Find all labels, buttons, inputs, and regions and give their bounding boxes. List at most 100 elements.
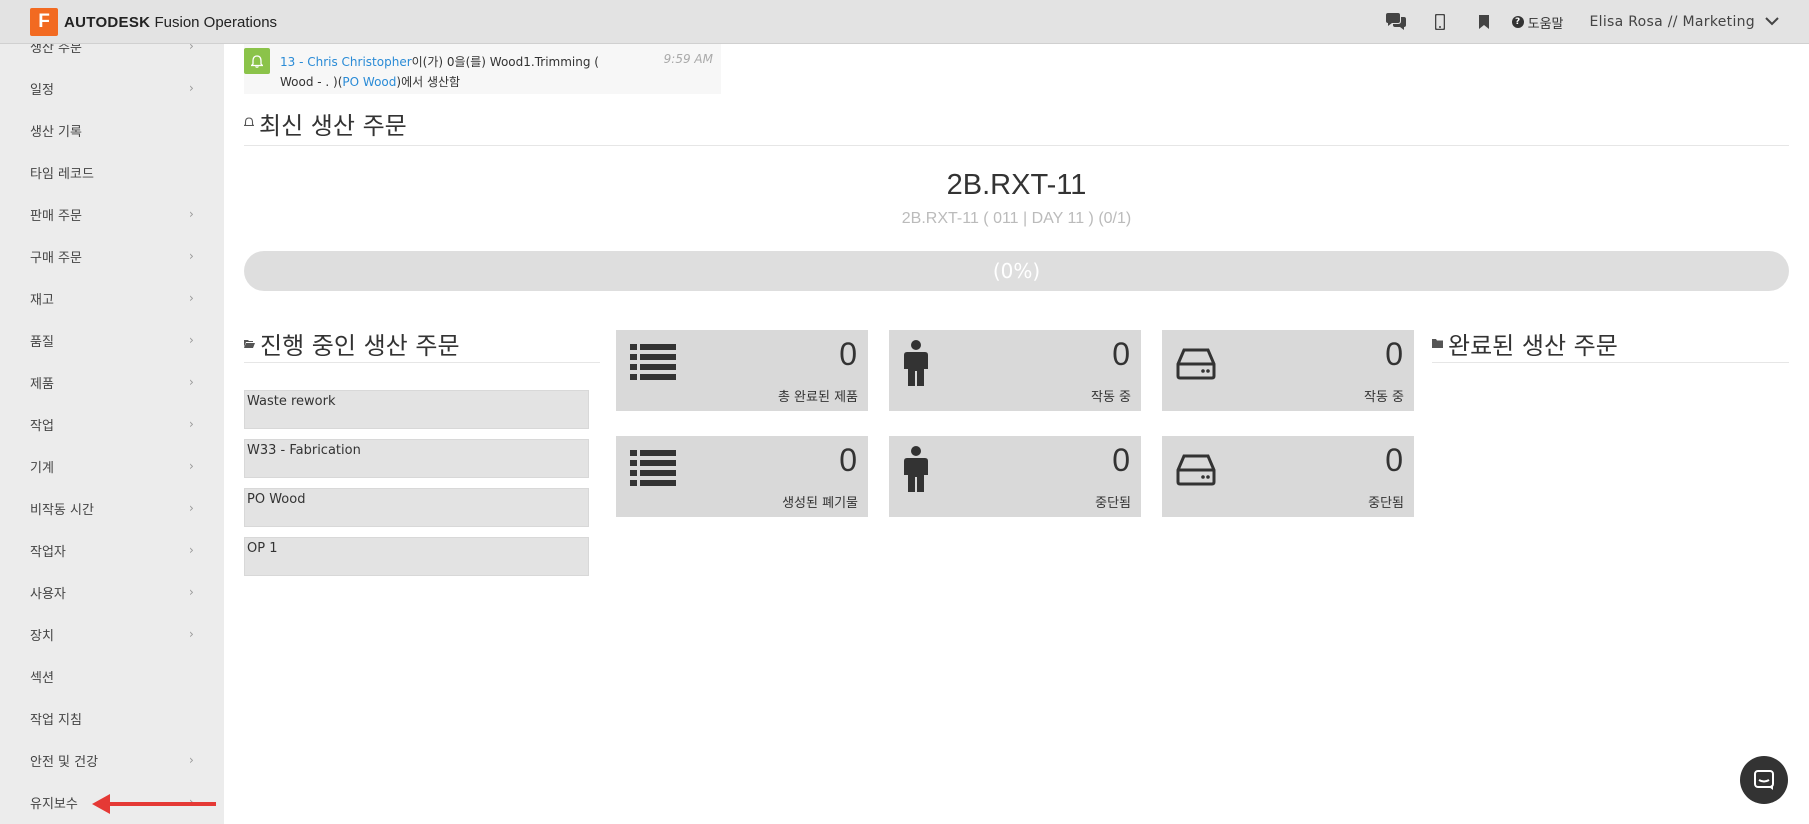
- mobile-icon[interactable]: [1418, 14, 1462, 30]
- chevron-right-icon: ›: [189, 375, 194, 389]
- sidebar-item[interactable]: 작업 지침: [0, 697, 224, 739]
- sidebar-item[interactable]: 안전 및 건강 ›: [0, 739, 224, 781]
- chevron-right-icon: ›: [189, 543, 194, 557]
- sidebar-item-label: 작업: [30, 418, 54, 434]
- chevron-right-icon: ›: [189, 501, 194, 515]
- help-link[interactable]: ? 도움말: [1511, 13, 1564, 32]
- in-progress-title: 진행 중인 생산 주문: [260, 332, 460, 360]
- chevron-right-icon: ›: [189, 44, 194, 53]
- work-order-item[interactable]: OP 1: [244, 537, 589, 576]
- stat-label: 생성된 폐기물: [782, 496, 858, 511]
- notification-text-3: )에서 생산함: [396, 75, 461, 89]
- sidebar-item-label: 일정: [30, 82, 54, 98]
- folder-icon: [1432, 337, 1443, 351]
- stat-tile-completed-products[interactable]: 0 총 완료된 제품: [616, 330, 868, 411]
- sidebar-item[interactable]: 작업자 ›: [0, 529, 224, 571]
- work-order-item[interactable]: Waste rework: [244, 390, 589, 429]
- sidebar-item[interactable]: 구매 주문 ›: [0, 235, 224, 277]
- main-content: 13 - Chris Christopher이(가) 0을(를) Wood1.T…: [224, 44, 1809, 824]
- sidebar-item[interactable]: 제품 ›: [0, 361, 224, 403]
- stat-label: 작동 중: [1363, 390, 1404, 405]
- sidebar-item[interactable]: 기계 ›: [0, 445, 224, 487]
- stat-label: 중단됨: [1368, 496, 1404, 511]
- latest-orders-heading: 최신 생산 주문: [243, 106, 407, 141]
- divider: [244, 362, 600, 363]
- folder-open-icon: [244, 337, 255, 351]
- sidebar-item[interactable]: 생산 기록: [0, 109, 224, 151]
- person-icon: [904, 340, 928, 386]
- latest-orders-title: 최신 생산 주문: [259, 112, 407, 140]
- sidebar-item[interactable]: 품질 ›: [0, 319, 224, 361]
- in-progress-heading: 진행 중인 생산 주문: [244, 326, 460, 361]
- chevron-right-icon: ›: [189, 333, 194, 347]
- sidebar-item-label: 작업자: [30, 544, 66, 560]
- sidebar-item-label: 생산 기록: [30, 124, 82, 140]
- chevron-right-icon: ›: [189, 207, 194, 221]
- sidebar-item-label: 안전 및 건강: [30, 754, 99, 770]
- hard-drive-icon: [1176, 454, 1216, 486]
- sidebar-item[interactable]: 사용자 ›: [0, 571, 224, 613]
- stat-tile-stopped-workers[interactable]: 0 중단됨: [889, 436, 1141, 517]
- divider: [1432, 362, 1789, 363]
- list-icon: [630, 344, 676, 380]
- bookmark-icon[interactable]: [1462, 15, 1506, 29]
- chat-icon[interactable]: [1374, 13, 1418, 31]
- sidebar-item[interactable]: 일정 ›: [0, 67, 224, 109]
- user-menu[interactable]: Elisa Rosa // Marketing: [1590, 14, 1780, 30]
- stat-label: 중단됨: [1095, 496, 1131, 511]
- sidebar-item-label: 생산 주문: [30, 44, 82, 56]
- sidebar-item[interactable]: 재고 ›: [0, 277, 224, 319]
- sidebar-item[interactable]: 섹션: [0, 655, 224, 697]
- work-order-item[interactable]: PO Wood: [244, 488, 589, 527]
- notification-text: 13 - Chris Christopher이(가) 0을(를) Wood1.T…: [280, 52, 640, 92]
- notification-item[interactable]: 13 - Chris Christopher이(가) 0을(를) Wood1.T…: [244, 44, 721, 94]
- order-title[interactable]: 2B.RXT-11: [244, 169, 1789, 202]
- annotation-arrow-icon: [92, 794, 216, 814]
- sidebar-item[interactable]: 생산 주문 ›: [0, 44, 224, 67]
- sidebar-item[interactable]: 비작동 시간 ›: [0, 487, 224, 529]
- sidebar-item[interactable]: 장치 ›: [0, 613, 224, 655]
- bell-outline-icon: [243, 116, 255, 131]
- sidebar-item-label: 재고: [30, 292, 54, 308]
- sidebar-item-label: 장치: [30, 628, 54, 644]
- chevron-right-icon: ›: [189, 753, 194, 767]
- brand-strong: AUTODESK: [64, 13, 151, 31]
- chevron-right-icon: ›: [189, 249, 194, 263]
- stat-value: 0: [1385, 442, 1403, 478]
- order-link[interactable]: PO Wood: [342, 75, 396, 89]
- sidebar-item-label: 품질: [30, 334, 54, 350]
- stat-tile-waste-generated[interactable]: 0 생성된 폐기물: [616, 436, 868, 517]
- stat-value: 0: [1112, 442, 1130, 478]
- chevron-right-icon: ›: [189, 459, 194, 473]
- sidebar-item-label: 타임 레코드: [30, 166, 94, 182]
- brand[interactable]: F AUTODESK Fusion Operations: [30, 8, 277, 36]
- support-chat-button[interactable]: [1740, 756, 1788, 804]
- chevron-right-icon: ›: [189, 585, 194, 599]
- brand-name: AUTODESK Fusion Operations: [64, 14, 277, 31]
- notification-time: 9:59 AM: [663, 52, 713, 66]
- stat-tile-active-workers[interactable]: 0 작동 중: [889, 330, 1141, 411]
- sidebar-item-label: 사용자: [30, 586, 66, 602]
- stat-tile-active-machines[interactable]: 0 작동 중: [1162, 330, 1414, 411]
- sidebar-item-label: 구매 주문: [30, 250, 82, 266]
- progress-label: (0%): [992, 259, 1041, 283]
- hard-drive-icon: [1176, 348, 1216, 380]
- chevron-right-icon: ›: [189, 627, 194, 641]
- sidebar-item[interactable]: 작업 ›: [0, 403, 224, 445]
- question-icon: ?: [1511, 16, 1524, 28]
- sidebar-item[interactable]: 타임 레코드: [0, 151, 224, 193]
- stat-label: 총 완료된 제품: [777, 390, 858, 405]
- top-right-controls: ? 도움말 Elisa Rosa // Marketing: [1374, 0, 1779, 44]
- notification-text-1: 이(가) 0을(를) Wood1.Trimming (: [411, 55, 599, 69]
- list-icon: [630, 450, 676, 486]
- sidebar-item-label: 유지보수: [30, 796, 78, 812]
- completed-title: 완료된 생산 주문: [1448, 332, 1618, 360]
- stat-tile-stopped-machines[interactable]: 0 중단됨: [1162, 436, 1414, 517]
- worker-link[interactable]: 13 - Chris Christopher: [280, 55, 412, 69]
- notification-text-2: Wood - . )(: [280, 75, 343, 89]
- bell-icon: [244, 48, 270, 74]
- help-label: 도움말: [1527, 16, 1564, 32]
- stat-value: 0: [1112, 336, 1130, 372]
- sidebar-item[interactable]: 판매 주문 ›: [0, 193, 224, 235]
- work-order-item[interactable]: W33 - Fabrication: [244, 439, 589, 478]
